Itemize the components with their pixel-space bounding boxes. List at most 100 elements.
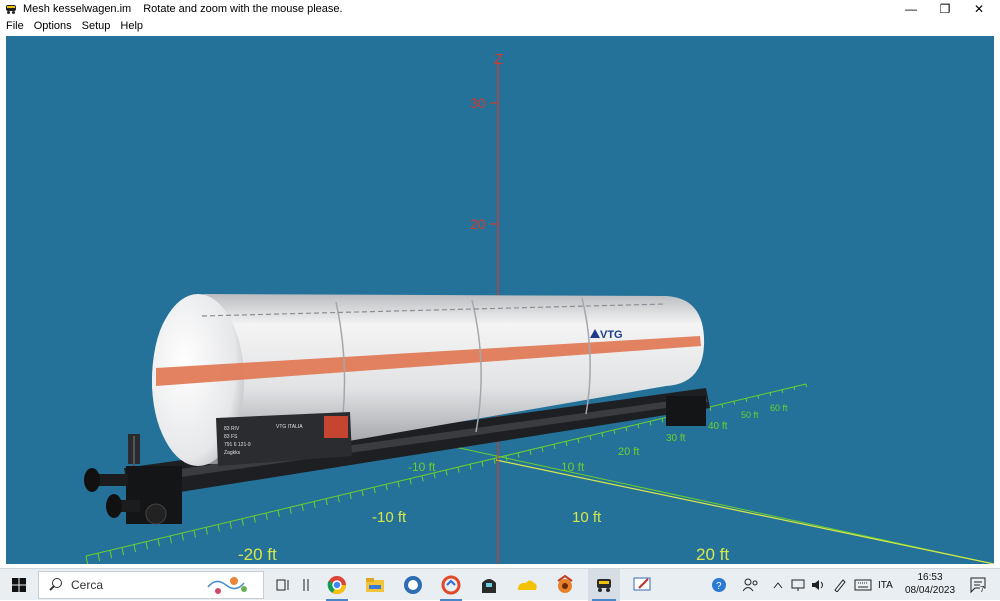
window-title: Mesh kesselwagen.im	[23, 3, 132, 15]
grid-tick	[805, 383, 808, 388]
volume-icon[interactable]	[808, 569, 828, 601]
front-label-minus-20ft: -20 ft	[238, 545, 277, 564]
grid-tick	[181, 532, 184, 541]
mesh-viewer-taskbar-button[interactable]	[588, 569, 620, 601]
grid-tick	[217, 524, 220, 532]
grid-tick	[277, 510, 280, 517]
rear-bogie	[666, 396, 706, 426]
grid-tick	[565, 441, 568, 447]
grid-tick	[661, 418, 664, 423]
menu-bar: File Options Setup Help	[0, 18, 1000, 34]
grid-tick	[169, 535, 172, 544]
clock-date: 08/04/2023	[904, 585, 956, 596]
windows-icon	[12, 578, 26, 592]
grid-tick	[733, 401, 736, 405]
clock-time: 16:53	[917, 572, 943, 583]
train-app-icon	[5, 3, 17, 15]
grid-tick	[709, 406, 712, 411]
search-highlight-icon[interactable]	[202, 569, 258, 601]
grid-tick	[85, 555, 89, 564]
widgets-icon[interactable]	[298, 569, 314, 601]
front-label-10ft: 10 ft	[572, 509, 602, 526]
editor-app-icon[interactable]	[628, 569, 658, 601]
people-icon[interactable]	[740, 569, 762, 601]
front-axis-line	[495, 459, 994, 564]
grid-tick	[109, 550, 113, 559]
file-explorer-icon[interactable]	[360, 569, 390, 601]
grid-tick	[349, 492, 352, 500]
grid-tick	[505, 455, 508, 461]
locomotive-app-icon[interactable]	[474, 569, 504, 601]
front-label-20ft: 20 ft	[696, 545, 729, 564]
grid-tick	[289, 507, 292, 514]
language-indicator[interactable]: ITA	[878, 569, 893, 601]
grid-tick	[241, 518, 244, 526]
svg-text:791 6 121-9: 791 6 121-9	[224, 442, 251, 448]
chrome-icon[interactable]	[322, 569, 352, 601]
grid-tick	[649, 421, 652, 426]
start-button[interactable]	[6, 569, 32, 601]
grid-tick	[481, 461, 484, 467]
notifications-button[interactable]: 7	[964, 569, 992, 601]
grid-tick	[529, 449, 532, 455]
grid-tick	[133, 544, 137, 553]
pen-icon[interactable]	[830, 569, 850, 601]
3d-viewport[interactable]: Z 30 20 10 ft 20 ft 30 ft 40 ft 50 ft 60…	[6, 36, 994, 564]
svg-text:?: ?	[716, 581, 722, 592]
tank-wagon-model[interactable]: VTG VTG ITALIA 83 RIV 83 FS 791 6 121-9 …	[84, 294, 710, 525]
grid-tick	[781, 389, 784, 393]
grid-tick	[265, 512, 268, 520]
network-icon[interactable]	[788, 569, 808, 601]
grid-tick	[757, 395, 760, 399]
grid-tick	[577, 438, 580, 444]
grid-tick	[385, 484, 388, 491]
title-bar: Mesh kesselwagen.im Rotate and zoom with…	[0, 0, 1000, 18]
help-icon[interactable]: ?	[708, 569, 730, 601]
game-app-icon[interactable]	[550, 569, 580, 601]
hazard-plate	[324, 416, 348, 438]
restore-button[interactable]: ❐	[928, 0, 962, 18]
grid-tick	[97, 553, 101, 562]
grid-tick	[145, 541, 149, 550]
scene-canvas[interactable]: Z 30 20 10 ft 20 ft 30 ft 40 ft 50 ft 60…	[6, 36, 994, 564]
grid-tick	[613, 429, 616, 435]
chevron-up-icon[interactable]	[770, 569, 786, 601]
grid-tick	[157, 538, 160, 547]
z-axis-label: Z	[494, 51, 503, 68]
label-60ft: 60 ft	[770, 403, 788, 413]
github-icon[interactable]	[398, 569, 428, 601]
label-minus-10ft: -10 ft	[408, 460, 436, 474]
window-hint: Rotate and zoom with the mouse please.	[143, 3, 343, 15]
minimize-button[interactable]: —	[894, 0, 928, 18]
label-30ft: 30 ft	[666, 433, 686, 444]
menu-file[interactable]: File	[0, 20, 29, 32]
svg-text:VTG ITALIA: VTG ITALIA	[276, 424, 303, 430]
notification-count: 7	[980, 585, 985, 594]
search-placeholder: Cerca	[71, 578, 104, 592]
grid-tick	[361, 489, 364, 497]
cloud-app-icon[interactable]	[512, 569, 542, 601]
keyboard-icon[interactable]	[852, 569, 874, 601]
grid-tick	[397, 481, 400, 488]
grid-tick	[469, 464, 472, 470]
grid-tick	[517, 452, 520, 458]
grid-tick	[373, 487, 376, 494]
task-view-icon[interactable]	[272, 569, 294, 601]
grid-tick	[313, 501, 316, 509]
grid-tick	[745, 398, 748, 402]
menu-setup[interactable]: Setup	[77, 20, 116, 32]
grid-tick	[541, 446, 544, 452]
grid-tick	[601, 432, 604, 438]
front-label-minus-10ft: -10 ft	[372, 509, 407, 526]
clock[interactable]: 16:53 08/04/2023	[900, 571, 960, 597]
menu-help[interactable]: Help	[115, 20, 148, 32]
grid-tick	[193, 530, 196, 538]
grid-tick	[721, 403, 724, 408]
grid-tick	[409, 478, 412, 485]
grid-tick	[637, 424, 640, 429]
ccleaner-icon[interactable]	[436, 569, 466, 601]
close-button[interactable]: ✕	[962, 0, 996, 18]
grid-tick	[205, 527, 208, 535]
search-icon	[49, 578, 63, 592]
menu-options[interactable]: Options	[29, 20, 77, 32]
